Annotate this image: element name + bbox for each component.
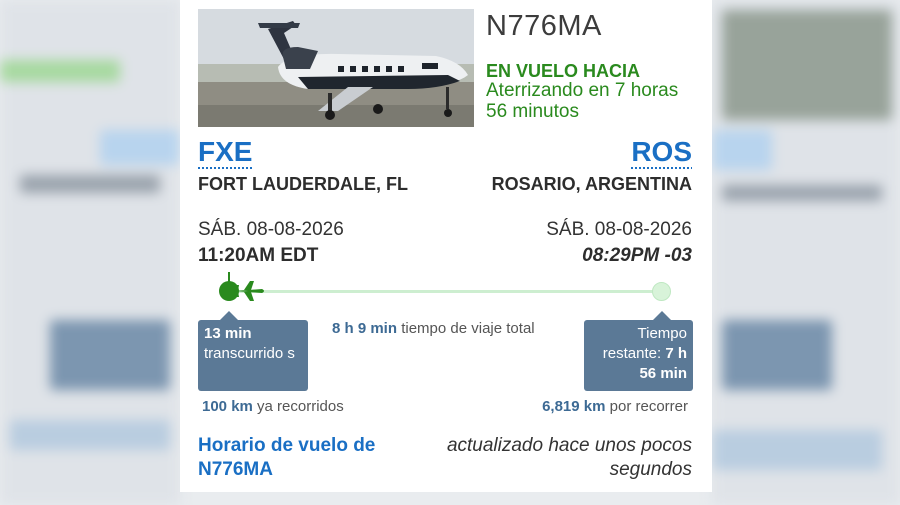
- aircraft-photo[interactable]: [198, 9, 474, 127]
- origin-airport-code[interactable]: FXE: [198, 136, 252, 168]
- distance-remaining: 6,819 km por recorrer: [542, 398, 688, 415]
- blurred-background-right: [712, 0, 900, 505]
- total-travel-time-label: tiempo de viaje total: [401, 320, 535, 337]
- landing-eta: Aterrizando en 7 horas 56 minutos: [486, 80, 679, 122]
- tail-number: N776MA: [486, 10, 602, 42]
- elapsed-time-value: 13 min: [204, 325, 252, 342]
- distance-remaining-label: por recorrer: [609, 398, 688, 415]
- remaining-time-bubble: Tiempo restante: 7 h 56 min: [584, 311, 693, 391]
- progress-track: [230, 290, 662, 293]
- blurred-background-left: [0, 0, 180, 505]
- flight-status: EN VUELO HACIA: [486, 61, 641, 81]
- departure-date: SÁB. 08-08-2026: [198, 219, 344, 240]
- departure-time: 11:20AM EDT: [198, 245, 319, 266]
- last-updated-text: actualizado hace unos pocos segundos: [446, 435, 692, 480]
- arrival-time: 08:29PM -03: [582, 245, 692, 266]
- distance-flown: 100 km ya recorridos: [202, 398, 344, 415]
- destination-marker-dot: [652, 282, 671, 301]
- distance-flown-value: 100 km: [202, 398, 253, 415]
- elapsed-time-label: transcurrido s: [204, 345, 295, 362]
- distance-flown-label: ya recorridos: [257, 398, 344, 415]
- elapsed-time-bubble: 13 min transcurrido s: [198, 311, 308, 391]
- total-travel-time: 8 h 9 min tiempo de viaje total: [332, 320, 535, 337]
- destination-city: ROSARIO, ARGENTINA: [491, 174, 692, 194]
- airplane-icon: [232, 280, 266, 307]
- distance-remaining-value: 6,819 km: [542, 398, 606, 415]
- origin-city: FORT LAUDERDALE, FL: [198, 174, 408, 194]
- arrival-date: SÁB. 08-08-2026: [546, 219, 692, 240]
- flight-schedule-link[interactable]: Horario de vuelo de N776MA: [198, 434, 398, 482]
- flight-card: N776MA EN VUELO HACIA Aterrizando en 7 h…: [180, 0, 712, 492]
- destination-airport-code[interactable]: ROS: [631, 136, 692, 168]
- total-travel-time-value: 8 h 9 min: [332, 320, 398, 337]
